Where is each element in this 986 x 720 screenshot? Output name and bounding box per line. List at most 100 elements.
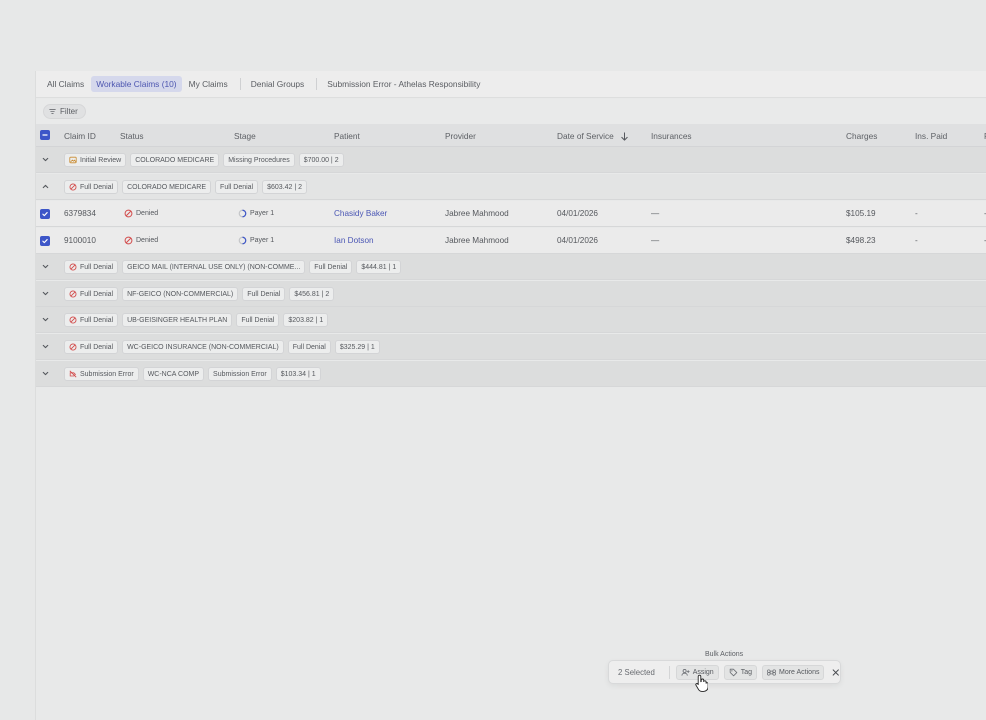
group-row[interactable]: Initial Review COLORADO MEDICARE Missing… bbox=[36, 147, 986, 173]
row-checkbox[interactable] bbox=[40, 209, 50, 219]
ins-paid-value: - bbox=[915, 209, 918, 218]
column-status[interactable]: Status bbox=[120, 131, 144, 141]
tab-divider bbox=[239, 78, 241, 90]
group-status-label: Submission Error bbox=[80, 370, 134, 378]
chevron-down-icon[interactable] bbox=[41, 289, 50, 298]
tab-submission-error[interactable]: Submission Error - Athelas Responsibilit… bbox=[322, 76, 485, 92]
group-row[interactable]: Submission Error WC-NCA COMP Submission … bbox=[36, 361, 986, 387]
tab-workable-claims[interactable]: Workable Claims (10) bbox=[91, 76, 182, 92]
group-status-pill: Full Denial bbox=[64, 260, 119, 274]
group-summary-pill: $456.81 | 2 bbox=[289, 287, 335, 301]
group-status-label: Full Denial bbox=[80, 316, 114, 324]
stage-label: Payer 1 bbox=[250, 210, 275, 217]
filter-icon bbox=[49, 108, 56, 115]
close-icon[interactable] bbox=[832, 668, 840, 677]
stage-badge: Payer 1 bbox=[238, 209, 274, 218]
stage-badge: Payer 1 bbox=[238, 236, 274, 245]
patient-link[interactable]: Chasidy Baker bbox=[334, 209, 387, 218]
claim-id[interactable]: 6379834 bbox=[64, 209, 96, 218]
tab-divider bbox=[316, 78, 318, 90]
status-badge: Denied bbox=[124, 209, 158, 218]
image-icon bbox=[69, 156, 77, 164]
filter-bar: Filter bbox=[36, 99, 986, 124]
group-status-label: Initial Review bbox=[80, 156, 122, 164]
chevron-down-icon[interactable] bbox=[41, 369, 50, 378]
denied-icon bbox=[69, 183, 77, 191]
group-status-pill: Full Denial bbox=[64, 287, 119, 301]
group-payer-pill: WC-GEICO INSURANCE (NON-COMMERCIAL) bbox=[122, 340, 284, 354]
column-ins-paid[interactable]: Ins. Paid bbox=[915, 131, 947, 141]
chevron-up-icon[interactable] bbox=[41, 182, 50, 191]
claims-panel: All Claims Workable Claims (10) My Claim… bbox=[35, 71, 986, 720]
group-summary-pill: $103.34 | 1 bbox=[275, 367, 321, 381]
group-payer-pill: COLORADO MEDICARE bbox=[130, 153, 220, 167]
charges-value: $105.19 bbox=[846, 209, 876, 218]
patient-link[interactable]: Ian Dotson bbox=[334, 236, 374, 245]
bulk-actions-title: Bulk Actions bbox=[705, 651, 744, 658]
stage-label: Payer 1 bbox=[250, 237, 275, 244]
group-status-pill: Full Denial bbox=[64, 313, 119, 327]
chevron-down-icon[interactable] bbox=[41, 342, 50, 351]
hand-cursor-icon bbox=[695, 674, 708, 692]
group-reason-pill: Submission Error bbox=[208, 367, 272, 381]
tag-icon bbox=[729, 668, 737, 676]
filter-button[interactable]: Filter bbox=[43, 104, 86, 119]
select-all-checkbox[interactable] bbox=[40, 130, 50, 140]
status-label: Denied bbox=[136, 210, 159, 217]
column-insurances[interactable]: Insurances bbox=[651, 131, 692, 141]
column-patient[interactable]: Patient bbox=[334, 131, 360, 141]
checkbox-checked-icon bbox=[42, 212, 48, 217]
denied-icon bbox=[69, 316, 77, 324]
chevron-down-icon[interactable] bbox=[41, 262, 50, 271]
group-reason-pill: Full Denial bbox=[242, 287, 286, 301]
group-reason-pill: Full Denial bbox=[215, 180, 259, 194]
tag-label: Tag bbox=[740, 668, 752, 676]
progress-ring-icon bbox=[238, 209, 247, 218]
bulk-divider bbox=[668, 665, 670, 679]
more-actions-button[interactable]: More Actions bbox=[762, 664, 825, 680]
column-date-of-service[interactable]: Date of Service bbox=[557, 131, 629, 141]
denied-icon bbox=[124, 236, 133, 245]
group-row[interactable]: Full Denial NF-GEICO (NON-COMMERCIAL) Fu… bbox=[36, 281, 986, 307]
more-actions-label: More Actions bbox=[779, 668, 820, 676]
group-row[interactable]: Full Denial GEICO MAIL (INTERNAL USE ONL… bbox=[36, 254, 986, 280]
claim-id[interactable]: 9100010 bbox=[64, 236, 96, 245]
tab-denial-groups[interactable]: Denial Groups bbox=[246, 76, 310, 92]
denied-icon bbox=[69, 290, 77, 298]
chevron-down-icon[interactable] bbox=[41, 315, 50, 324]
group-summary-pill: $700.00 | 2 bbox=[298, 153, 344, 167]
table-row[interactable]: 9100010 Denied Payer 1 Ian Dotson Jabree… bbox=[36, 228, 986, 254]
chevron-down-icon[interactable] bbox=[41, 155, 50, 164]
status-label: Denied bbox=[136, 237, 159, 244]
denied-icon bbox=[124, 209, 133, 218]
group-status-pill: Initial Review bbox=[64, 153, 127, 167]
column-claim-id[interactable]: Claim ID bbox=[64, 131, 96, 141]
assign-user-icon bbox=[681, 668, 690, 676]
table-row[interactable]: 6379834 Denied Payer 1 Chasidy Baker Jab… bbox=[36, 201, 986, 227]
group-row[interactable]: Full Denial COLORADO MEDICARE Full Denia… bbox=[36, 174, 986, 200]
insurances-value: — bbox=[651, 236, 660, 245]
column-provider[interactable]: Provider bbox=[445, 131, 476, 141]
filter-label: Filter bbox=[60, 107, 78, 116]
column-stage[interactable]: Stage bbox=[234, 131, 256, 141]
group-summary-pill: $444.81 | 1 bbox=[356, 260, 402, 274]
group-payer-pill: WC-NCA COMP bbox=[142, 367, 205, 381]
checkbox-checked-icon bbox=[42, 239, 48, 244]
group-reason-pill: Full Denial bbox=[309, 260, 353, 274]
tab-bar: All Claims Workable Claims (10) My Claim… bbox=[36, 71, 986, 98]
tab-my-claims[interactable]: My Claims bbox=[184, 76, 233, 92]
progress-ring-icon bbox=[238, 236, 247, 245]
date-of-service: 04/01/2026 bbox=[557, 236, 598, 245]
group-summary-pill: $603.42 | 2 bbox=[262, 180, 308, 194]
tag-button[interactable]: Tag bbox=[723, 664, 757, 680]
ins-paid-value: - bbox=[915, 236, 918, 245]
group-status-pill: Full Denial bbox=[64, 340, 119, 354]
selected-count: 2 Selected bbox=[618, 667, 655, 677]
row-checkbox[interactable] bbox=[40, 236, 50, 246]
command-icon bbox=[767, 668, 776, 676]
column-charges[interactable]: Charges bbox=[846, 131, 877, 141]
provider-name: Jabree Mahmood bbox=[445, 236, 509, 245]
tab-all-claims[interactable]: All Claims bbox=[42, 76, 89, 92]
group-row[interactable]: Full Denial UB-GEISINGER HEALTH PLAN Ful… bbox=[36, 307, 986, 333]
group-row[interactable]: Full Denial WC-GEICO INSURANCE (NON-COMM… bbox=[36, 334, 986, 360]
